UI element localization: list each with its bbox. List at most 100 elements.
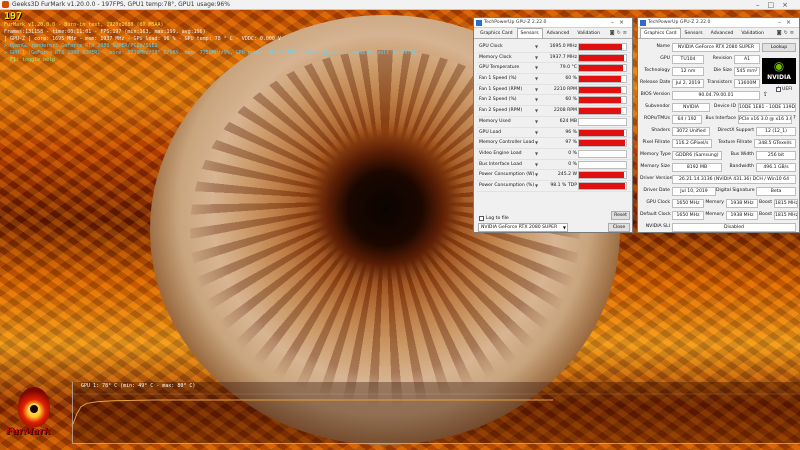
memory-type-field: GDDR6 (Samsung) xyxy=(672,151,722,160)
window-controls[interactable]: –× xyxy=(778,18,796,28)
chevron-down-icon[interactable]: ▼ xyxy=(535,140,538,145)
chevron-down-icon[interactable]: ▼ xyxy=(535,162,538,167)
logo-eye-icon xyxy=(28,403,40,415)
sensor-row: Memory Controller Load ▼ 97 % xyxy=(477,138,631,149)
chevron-down-icon: ▼ xyxy=(562,225,566,230)
sensor-graph-fill xyxy=(579,97,622,104)
reset-button[interactable]: Reset xyxy=(611,211,630,220)
chevron-down-icon[interactable]: ▼ xyxy=(535,151,538,156)
maximize-icon[interactable]: □ xyxy=(768,1,783,9)
tab-sensors[interactable]: Sensors xyxy=(681,28,707,38)
window-title: Geeks3D FurMark v1.20.0.0 - 197FPS, GPU1… xyxy=(12,1,230,8)
sensor-row: Power Consumption (W) ▼ 245.2 W xyxy=(477,170,631,181)
gpuz-card-window[interactable]: TechPowerUp GPU-Z 2.22.0 –× Graphics Car… xyxy=(637,17,800,233)
chevron-down-icon[interactable]: ▼ xyxy=(535,55,538,60)
lookup-button[interactable]: Lookup xyxy=(762,43,796,52)
overlay-line: - F1: toggle help xyxy=(4,57,56,63)
chevron-down-icon[interactable]: ▼ xyxy=(535,97,538,102)
sensor-graph xyxy=(578,75,627,84)
camera-icon[interactable]: ◙ xyxy=(777,30,784,36)
sensor-value: 60 % xyxy=(565,76,577,82)
sensor-name: Video Engine Load xyxy=(479,150,522,156)
window-titlebar[interactable]: Geeks3D FurMark v1.20.0.0 - 197FPS, GPU1… xyxy=(0,0,800,10)
share-icon[interactable]: ⇪ xyxy=(763,91,768,98)
tab-advanced[interactable]: Advanced xyxy=(543,28,574,38)
digital-signature-field: Beta xyxy=(756,187,796,196)
texture-fillrate-label: Texture Fillrate xyxy=(718,140,752,145)
tab-graphics-card[interactable]: Graphics Card xyxy=(476,28,517,38)
chevron-down-icon[interactable]: ▼ xyxy=(535,87,538,92)
sli-field: Disabled xyxy=(672,223,796,232)
sensor-row: Video Engine Load ▼ 0 % xyxy=(477,149,631,160)
subvendor-field: NVIDIA xyxy=(672,103,710,112)
chevron-down-icon[interactable]: ▼ xyxy=(535,183,538,188)
sensor-row: Fan 1 Speed (%) ▼ 60 % xyxy=(477,74,631,85)
tab-validation[interactable]: Validation xyxy=(737,28,768,38)
close-icon[interactable]: × xyxy=(786,19,796,26)
sensor-value: 2210 RPM xyxy=(553,86,577,92)
minimize-icon[interactable]: – xyxy=(611,19,619,26)
sensor-graph-fill xyxy=(579,76,622,83)
memory-clock-label: Memory xyxy=(705,200,724,205)
default-memory-label: Memory xyxy=(705,212,724,217)
sensor-row: Memory Used ▼ 624 MB xyxy=(477,117,631,128)
nvidia-logo-text: NVIDIA xyxy=(767,74,791,81)
chevron-down-icon[interactable]: ▼ xyxy=(535,76,538,81)
sensor-value: 60 % xyxy=(565,97,577,103)
nvidia-eye-icon: ◉ xyxy=(773,59,785,73)
window-controls[interactable]: –□× xyxy=(756,0,796,10)
minimize-icon[interactable]: – xyxy=(756,1,768,9)
tab-advanced[interactable]: Advanced xyxy=(707,28,738,38)
tab-graphics-card[interactable]: Graphics Card xyxy=(640,28,681,38)
sensors-window-titlebar[interactable]: TechPowerUp GPU-Z 2.22.0 –× xyxy=(474,18,632,28)
close-icon[interactable]: × xyxy=(619,19,629,26)
sensor-row: Power Consumption (%) ▼ 98.1 % TDP xyxy=(477,181,631,192)
memory-type-label: Memory Type xyxy=(640,152,671,157)
sensor-row: Bus Interface Load ▼ 0 % xyxy=(477,160,631,171)
chevron-down-icon[interactable]: ▼ xyxy=(535,119,538,124)
gpuz-sensors-window[interactable]: TechPowerUp GPU-Z 2.22.0 –× Graphics Car… xyxy=(473,17,633,233)
sensor-name: Memory Clock xyxy=(479,54,512,60)
gpu-clock-field: 1650 MHz xyxy=(672,199,704,208)
camera-icon[interactable]: ◙ xyxy=(610,30,617,36)
window-controls[interactable]: –× xyxy=(611,18,629,28)
default-clock-field: 1650 MHz xyxy=(672,211,704,220)
close-icon[interactable]: × xyxy=(782,1,796,9)
sensor-name: Fan 2 Speed (RPM) xyxy=(479,108,523,114)
sensor-value: 624 MB xyxy=(559,118,577,124)
minimize-icon[interactable]: – xyxy=(778,19,786,26)
card-tabs: Graphics Card Sensors Advanced Validatio… xyxy=(638,28,799,39)
log-to-file-checkbox[interactable] xyxy=(479,215,484,221)
default-boost-field: 1815 MHz xyxy=(774,211,798,220)
default-memory-field: 1938 MHz xyxy=(726,211,758,220)
sensor-name: Fan 2 Speed (%) xyxy=(479,97,517,103)
sensor-graph-fill xyxy=(579,182,626,189)
chevron-down-icon[interactable]: ▼ xyxy=(535,108,538,113)
temperature-graph-svg xyxy=(73,393,800,425)
log-to-file-row[interactable]: Log to file xyxy=(479,214,509,222)
sensor-value: 96 % xyxy=(565,129,577,135)
chevron-down-icon[interactable]: ▼ xyxy=(535,65,538,70)
gpu-select[interactable]: NVIDIA GeForce RTX 2080 SUPER ▼ xyxy=(478,223,568,232)
sensor-value: 0 % xyxy=(568,161,577,167)
bus-interface-label: Bus Interface xyxy=(705,116,736,121)
menu-icon[interactable]: ≡ xyxy=(623,30,629,36)
sli-label: NVIDIA SLI xyxy=(645,224,670,229)
bios-label: BIOS Version xyxy=(640,92,670,97)
rops-field: 64 / 192 xyxy=(672,115,702,124)
menu-icon[interactable]: ≡ xyxy=(790,30,796,36)
tab-validation[interactable]: Validation xyxy=(573,28,604,38)
sensor-graph xyxy=(578,181,627,190)
sensors-tabs: Graphics Card Sensors Advanced Validatio… xyxy=(474,28,632,39)
shaders-label: Shaders xyxy=(651,128,670,133)
chevron-down-icon[interactable]: ▼ xyxy=(535,172,538,177)
furmark-logo: FurMark xyxy=(6,385,62,445)
close-button[interactable]: Close xyxy=(608,223,630,232)
chevron-down-icon[interactable]: ▼ xyxy=(535,44,538,49)
card-window-titlebar[interactable]: TechPowerUp GPU-Z 2.22.0 –× xyxy=(638,18,799,28)
sensor-row: Fan 2 Speed (%) ▼ 60 % xyxy=(477,95,631,107)
help-icon[interactable]: ? xyxy=(793,115,796,121)
driver-date-label: Driver Date xyxy=(643,188,670,193)
chevron-down-icon[interactable]: ▼ xyxy=(535,130,538,135)
tab-sensors[interactable]: Sensors xyxy=(516,28,543,38)
